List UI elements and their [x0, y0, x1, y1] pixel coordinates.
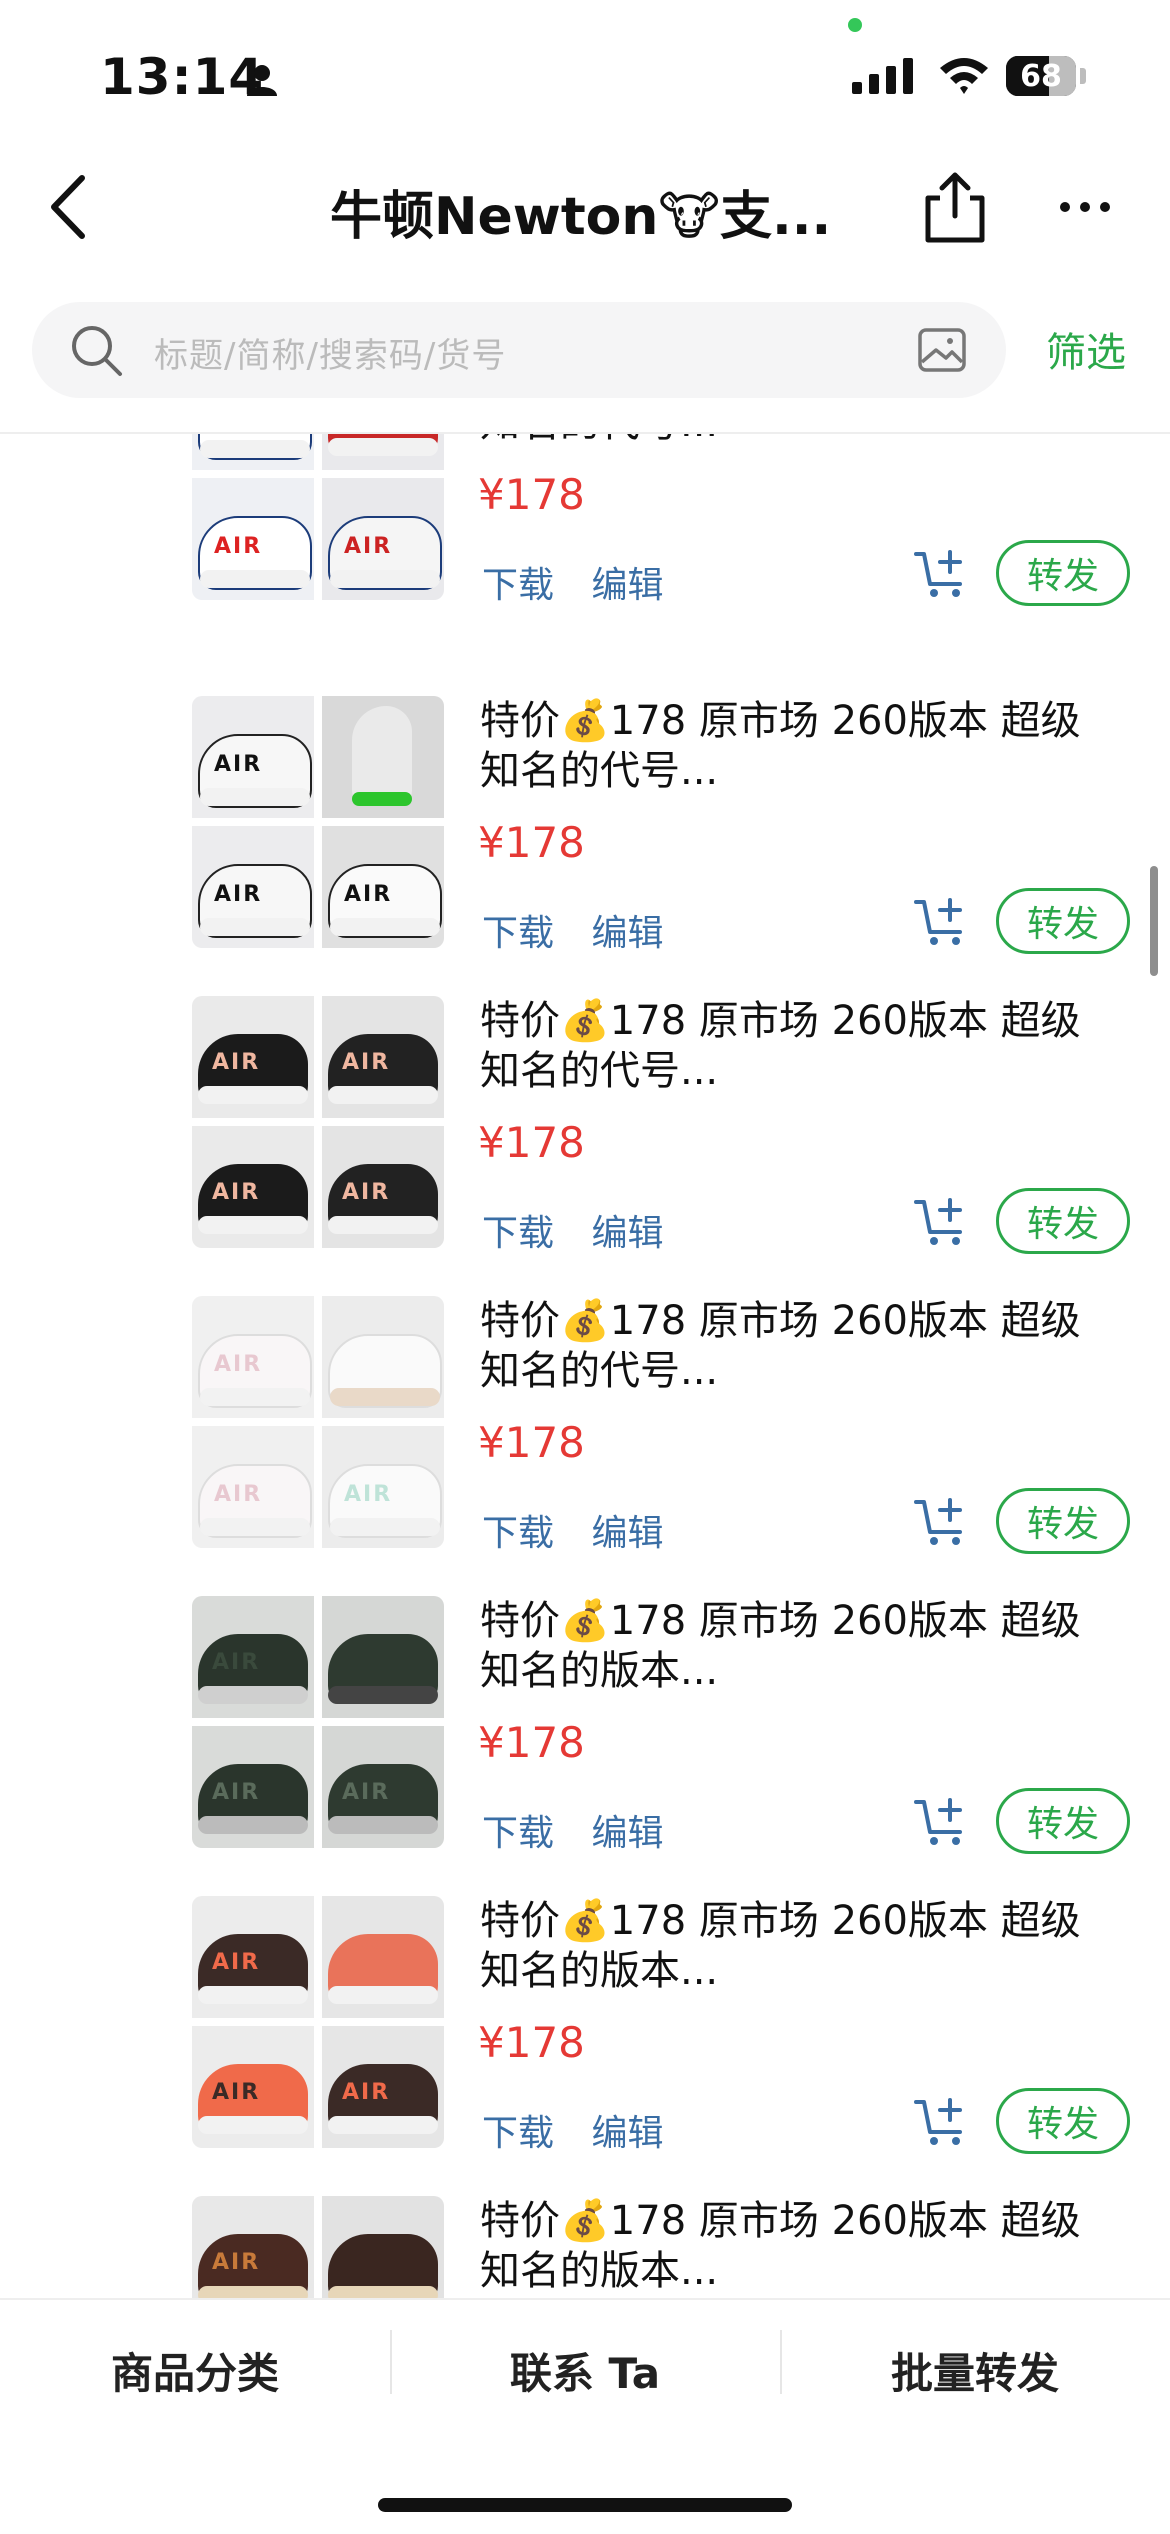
- edit-link[interactable]: 编辑: [591, 1513, 663, 1554]
- status-bar: 13:14 68: [0, 0, 1170, 140]
- forward-button[interactable]: 转发: [996, 540, 1130, 606]
- download-link[interactable]: 下载: [482, 1813, 554, 1854]
- product-thumbnail-grid[interactable]: AIR AIR AIR: [192, 1596, 444, 1848]
- add-to-cart-icon[interactable]: [914, 1796, 970, 1848]
- product-price: ¥178: [478, 1118, 585, 1167]
- description-line-1: 特价💰178 原市场 260版本 超级: [480, 1298, 1081, 1344]
- list-item[interactable]: AIR AIR AIR 特价💰178 原市场 260版本 超级 知名的代号...…: [0, 434, 1170, 648]
- forward-button[interactable]: 转发: [996, 888, 1130, 954]
- forward-button[interactable]: 转发: [996, 1788, 1130, 1854]
- description-line-2: 知名的代号...: [480, 1348, 719, 1394]
- product-price: ¥178: [478, 470, 585, 519]
- description-line-2: 知名的代号...: [480, 748, 719, 794]
- image-search-icon[interactable]: [916, 324, 968, 376]
- battery-cap: [1080, 68, 1086, 84]
- add-to-cart-icon[interactable]: [914, 1496, 970, 1548]
- edit-link[interactable]: 编辑: [591, 913, 663, 954]
- scrollbar[interactable]: [1150, 866, 1158, 976]
- search-input[interactable]: 标题/简称/搜索码/货号: [32, 302, 1006, 398]
- add-to-cart-icon[interactable]: [914, 1196, 970, 1248]
- home-indicator[interactable]: [378, 2498, 792, 2512]
- download-link[interactable]: 下载: [482, 1513, 554, 1554]
- contact-tab[interactable]: 联系 Ta: [390, 2340, 780, 2401]
- description-line-2: 知名的代号...: [480, 1048, 719, 1094]
- product-thumbnail-grid[interactable]: AIR AIR AIR: [192, 1296, 444, 1548]
- edit-link[interactable]: 编辑: [591, 565, 663, 606]
- product-description[interactable]: 特价💰178 原市场 260版本 超级 知名的版本...: [480, 1596, 1120, 1696]
- product-price: ¥178: [478, 2018, 585, 2067]
- categories-tab[interactable]: 商品分类: [0, 2340, 390, 2401]
- description-line-2: 知名的版本...: [480, 1648, 719, 1694]
- product-description[interactable]: 特价💰178 原市场 260版本 超级 知名的代号...: [480, 434, 1120, 448]
- nav-bar: 牛顿Newton🐮支...: [0, 150, 1170, 270]
- list-item[interactable]: AIR AIR AIR 特价💰178 原市场 260版本 超级 知名的代号...…: [0, 696, 1170, 996]
- more-options-icon[interactable]: [1058, 200, 1112, 214]
- description-line-2: 知名的版本...: [480, 2248, 719, 2294]
- product-thumbnail-grid[interactable]: AIR AIR AIR: [192, 696, 444, 948]
- search-placeholder: 标题/简称/搜索码/货号: [154, 336, 507, 376]
- batch-forward-tab[interactable]: 批量转发: [780, 2340, 1170, 2401]
- list-item[interactable]: AIR AIR AIR 特价💰178 原市场 260版本 超级 知名的代号...…: [0, 1296, 1170, 1596]
- privacy-indicator-dot: [848, 18, 862, 32]
- list-item[interactable]: AIR AIR AIR 特价💰178 原市场 260版本 超级 知名的版本...…: [0, 1596, 1170, 1896]
- search-icon: [72, 326, 122, 376]
- description-line-1: 特价💰178 原市场 260版本 超级: [480, 2198, 1081, 2244]
- filter-button[interactable]: 筛选: [1046, 320, 1126, 378]
- download-link[interactable]: 下载: [482, 2113, 554, 2154]
- download-link[interactable]: 下载: [482, 565, 554, 606]
- description-line-2: 知名的版本...: [480, 1948, 719, 1994]
- battery-level: 68: [1020, 58, 1062, 94]
- add-to-cart-icon[interactable]: [914, 896, 970, 948]
- forward-button[interactable]: 转发: [996, 1488, 1130, 1554]
- forward-button[interactable]: 转发: [996, 2088, 1130, 2154]
- product-thumbnail-grid[interactable]: AIR AIR AIR AIR: [192, 996, 444, 1248]
- product-list[interactable]: AIR AIR AIR 特价💰178 原市场 260版本 超级 知名的代号...…: [0, 434, 1170, 2298]
- list-item[interactable]: AIR AIR AIR 特价💰178 原市场 260版本 超级 知名的版本...…: [0, 1896, 1170, 2196]
- product-description[interactable]: 特价💰178 原市场 260版本 超级 知名的版本...: [480, 1896, 1120, 1996]
- product-price: ¥178: [478, 1418, 585, 1467]
- description-line-1: 特价💰178 原市场 260版本 超级: [480, 1898, 1081, 1944]
- description-line-1: 特价💰178 原市场 260版本 超级: [480, 998, 1081, 1044]
- product-price: ¥178: [478, 1718, 585, 1767]
- product-price: ¥178: [478, 818, 585, 867]
- product-description[interactable]: 特价💰178 原市场 260版本 超级 知名的代号...: [480, 996, 1120, 1096]
- add-to-cart-icon[interactable]: [914, 548, 970, 600]
- list-item[interactable]: AIR 特价💰178 原市场 260版本 超级 知名的版本...: [0, 2196, 1170, 2298]
- bottom-action-bar: 商品分类 联系 Ta 批量转发: [0, 2298, 1170, 2534]
- status-time: 13:14: [100, 48, 265, 106]
- edit-link[interactable]: 编辑: [591, 1213, 663, 1254]
- wifi-icon: [940, 58, 988, 94]
- product-description[interactable]: 特价💰178 原市场 260版本 超级 知名的代号...: [480, 1296, 1120, 1396]
- share-icon[interactable]: [920, 170, 990, 244]
- list-item[interactable]: AIR AIR AIR AIR 特价💰178 原市场 260版本 超级 知名的代…: [0, 996, 1170, 1296]
- product-description[interactable]: 特价💰178 原市场 260版本 超级 知名的版本...: [480, 2196, 1120, 2296]
- add-to-cart-icon[interactable]: [914, 2096, 970, 2148]
- edit-link[interactable]: 编辑: [591, 1813, 663, 1854]
- battery-icon: 68: [1006, 56, 1076, 96]
- forward-button[interactable]: 转发: [996, 1188, 1130, 1254]
- product-thumbnail-grid[interactable]: AIR AIR AIR: [192, 1896, 444, 2148]
- download-link[interactable]: 下载: [482, 1213, 554, 1254]
- product-thumbnail-grid[interactable]: AIR AIR AIR: [192, 434, 444, 600]
- page-title: 牛顿Newton🐮支...: [330, 187, 832, 247]
- product-thumbnail-grid[interactable]: AIR: [192, 2196, 444, 2298]
- person-icon: [247, 65, 277, 96]
- cellular-signal-icon: [852, 58, 913, 94]
- description-line-1: 特价💰178 原市场 260版本 超级: [480, 1598, 1081, 1644]
- product-description[interactable]: 特价💰178 原市场 260版本 超级 知名的代号...: [480, 696, 1120, 796]
- download-link[interactable]: 下载: [482, 913, 554, 954]
- description-line-1: 特价💰178 原市场 260版本 超级: [480, 698, 1081, 744]
- edit-link[interactable]: 编辑: [591, 2113, 663, 2154]
- back-chevron-icon[interactable]: [44, 172, 94, 242]
- description-line-2: 知名的代号...: [480, 434, 1120, 448]
